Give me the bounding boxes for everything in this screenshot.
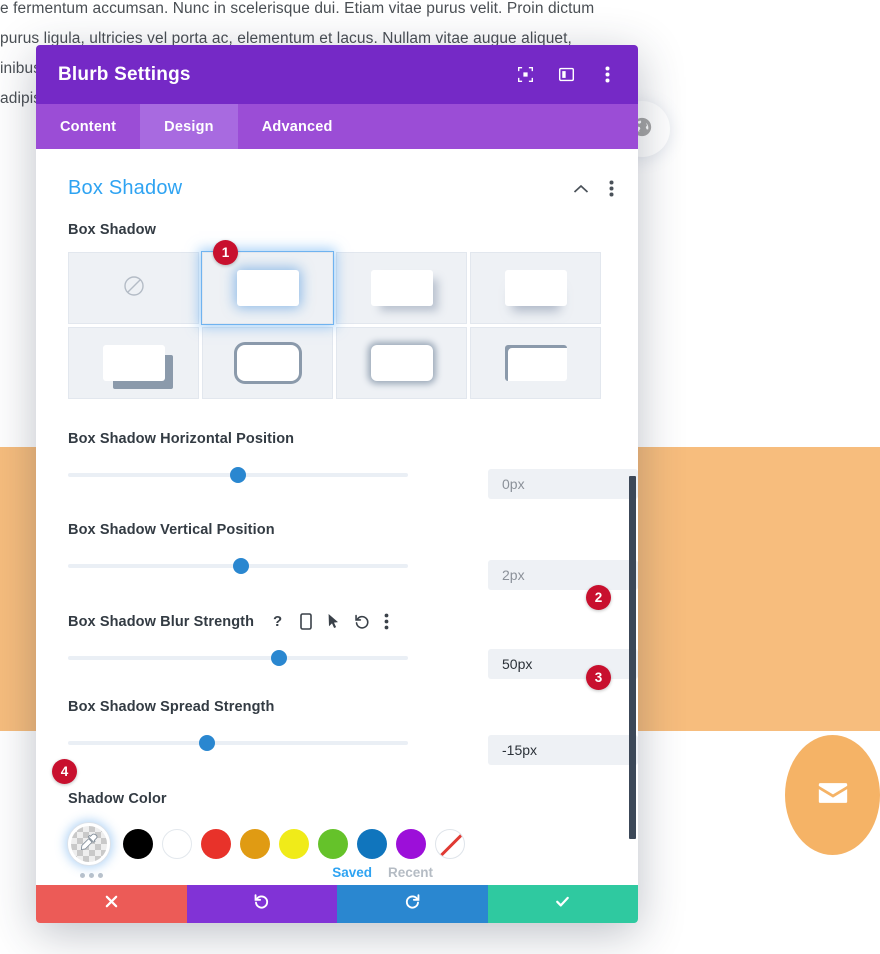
slider-rail [68,741,408,745]
slider-knob[interactable] [199,735,216,751]
svg-text:?: ? [273,613,282,630]
envelope-icon [816,776,850,815]
no-shadow-icon [122,274,146,303]
blur-strength-tools: ? [272,613,389,630]
modal-header-actions [516,66,616,84]
swatch-white[interactable] [162,829,192,859]
redo-button[interactable] [337,885,488,923]
box-shadow-preset-field: Box Shadow [36,222,638,399]
modal-tabs: Content Design Advanced [36,104,638,149]
reset-undo-icon[interactable] [354,613,369,630]
vertical-position-label: Box Shadow Vertical Position [68,522,275,538]
tab-advanced[interactable]: Advanced [238,104,357,149]
preset-outline[interactable] [202,327,333,399]
section-title: Box Shadow [68,177,183,199]
horizontal-position-label: Box Shadow Horizontal Position [68,431,295,447]
preset-hard-offset[interactable] [68,327,199,399]
hover-cursor-icon[interactable] [327,613,339,630]
blurb-settings-modal: Blurb Settings Content Design Advanced B… [36,45,638,923]
vertical-position-field: Box Shadow Vertical Position 2px [36,522,638,590]
shadow-color-label: Shadow Color [68,791,167,807]
section-more-options-icon[interactable] [609,180,614,197]
slider-knob[interactable] [233,558,250,574]
save-button[interactable] [487,885,638,923]
color-picker-button[interactable] [68,823,110,865]
more-dot [80,873,85,878]
more-dot [89,873,94,878]
help-icon[interactable]: ? [272,613,285,630]
recent-colors-tab[interactable]: Recent [388,865,433,880]
close-icon [103,893,120,915]
swatch-blue[interactable] [357,829,387,859]
annotation-badge-3: 3 [586,665,611,690]
fullscreen-icon[interactable] [516,66,534,84]
slider-knob[interactable] [230,467,246,483]
modal-title: Blurb Settings [58,63,191,85]
page-root: e fermentum accumsan. Nunc in scelerisqu… [0,0,880,954]
shadow-color-swatches [68,823,606,865]
annotation-badge-4: 4 [52,759,77,784]
modal-scrollbar-thumb[interactable] [629,476,636,839]
horizontal-position-input[interactable]: 0px [488,469,638,499]
horizontal-position-field: Box Shadow Horizontal Position 0px [36,431,638,499]
vertical-position-slider[interactable] [68,558,408,574]
contact-mail-button[interactable] [785,735,880,855]
check-icon [554,893,571,915]
preset-even-glow[interactable] [336,327,467,399]
preset-bottom-blur[interactable] [470,252,601,324]
box-shadow-section-header: Box Shadow [36,149,638,200]
spread-strength-slider[interactable] [68,735,408,751]
redo-icon [404,893,421,915]
tab-content[interactable]: Content [36,104,140,149]
box-shadow-preset-grid [68,252,606,399]
color-tabs: Saved Recent [332,865,433,880]
chevron-up-icon[interactable] [573,184,589,194]
shadow-color-field: Shadow Color Saved Recent [36,791,638,880]
vertical-position-input[interactable]: 2px [488,560,638,590]
slider-rail [68,656,408,660]
annotation-badge-1: 1 [213,240,238,265]
spread-strength-input[interactable]: -15px [488,735,638,765]
background-line-1: e fermentum accumsan. Nunc in scelerisqu… [0,0,595,17]
box-shadow-label: Box Shadow [68,222,157,238]
preset-offset-soft[interactable] [336,252,467,324]
swatch-black[interactable] [123,829,153,859]
horizontal-position-slider[interactable] [68,467,408,483]
undo-icon [253,893,270,915]
blur-strength-field: Box Shadow Blur Strength ? 50px [36,613,638,679]
swatch-red[interactable] [201,829,231,859]
modal-body: Box Shadow Box Shadow Box Shadow Horizon… [36,149,638,923]
swatch-orange[interactable] [240,829,270,859]
more-options-icon[interactable] [598,66,616,84]
tab-design[interactable]: Design [140,104,238,149]
responsive-mobile-icon[interactable] [300,613,312,630]
saved-colors-tab[interactable]: Saved [332,865,372,880]
spread-strength-field: Box Shadow Spread Strength -15px [36,699,638,765]
annotation-badge-2: 2 [586,585,611,610]
field-more-options-icon[interactable] [384,613,389,630]
cancel-button[interactable] [36,885,187,923]
modal-scrollbar-track[interactable] [628,149,638,923]
split-view-icon[interactable] [557,66,575,84]
more-dot [98,873,103,878]
slider-knob[interactable] [270,650,287,666]
swatch-transparent[interactable] [435,829,465,859]
undo-button[interactable] [186,885,337,923]
blur-strength-input[interactable]: 50px [488,649,638,679]
modal-action-bar [36,885,638,923]
spread-strength-label: Box Shadow Spread Strength [68,699,275,715]
preset-inset[interactable] [470,327,601,399]
blur-strength-slider[interactable] [68,650,408,666]
eyedropper-icon [79,832,99,857]
swatch-yellow[interactable] [279,829,309,859]
swatch-purple[interactable] [396,829,426,859]
blur-strength-label: Box Shadow Blur Strength [68,613,255,630]
preset-none[interactable] [68,252,199,324]
swatch-green[interactable] [318,829,348,859]
modal-header: Blurb Settings [36,45,638,104]
